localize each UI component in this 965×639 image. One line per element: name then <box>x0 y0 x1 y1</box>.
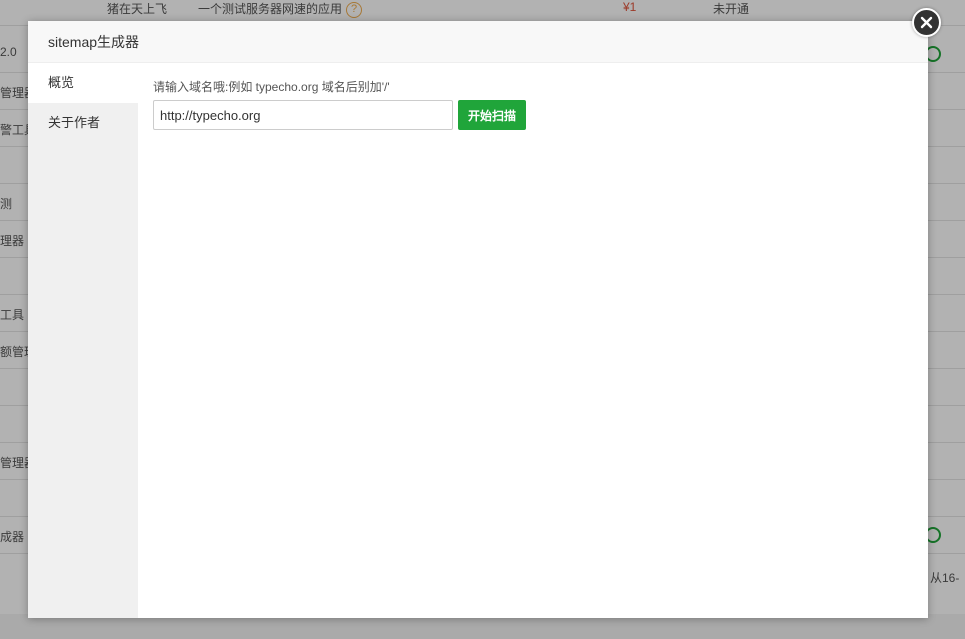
nav-item-about-author[interactable]: 关于作者 <box>28 103 138 143</box>
sitemap-generator-dialog: sitemap生成器 概览 关于作者 请输入域名哦:例如 typecho.org… <box>28 8 941 618</box>
dialog-body: 概览 关于作者 请输入域名哦:例如 typecho.org 域名后别加'/' 开… <box>28 63 928 618</box>
dialog-title: sitemap生成器 <box>48 34 140 50</box>
dialog-header: sitemap生成器 <box>28 21 928 63</box>
scan-form: 开始扫描 <box>153 100 928 130</box>
domain-input[interactable] <box>153 100 453 130</box>
close-button[interactable] <box>912 8 941 37</box>
start-scan-button[interactable]: 开始扫描 <box>458 100 527 130</box>
side-nav: 概览 关于作者 <box>28 63 138 618</box>
nav-item-overview[interactable]: 概览 <box>28 63 138 103</box>
overview-panel: 请输入域名哦:例如 typecho.org 域名后别加'/' 开始扫描 <box>138 63 928 618</box>
domain-hint: 请输入域名哦:例如 typecho.org 域名后别加'/' <box>153 80 390 94</box>
close-icon <box>920 16 933 29</box>
